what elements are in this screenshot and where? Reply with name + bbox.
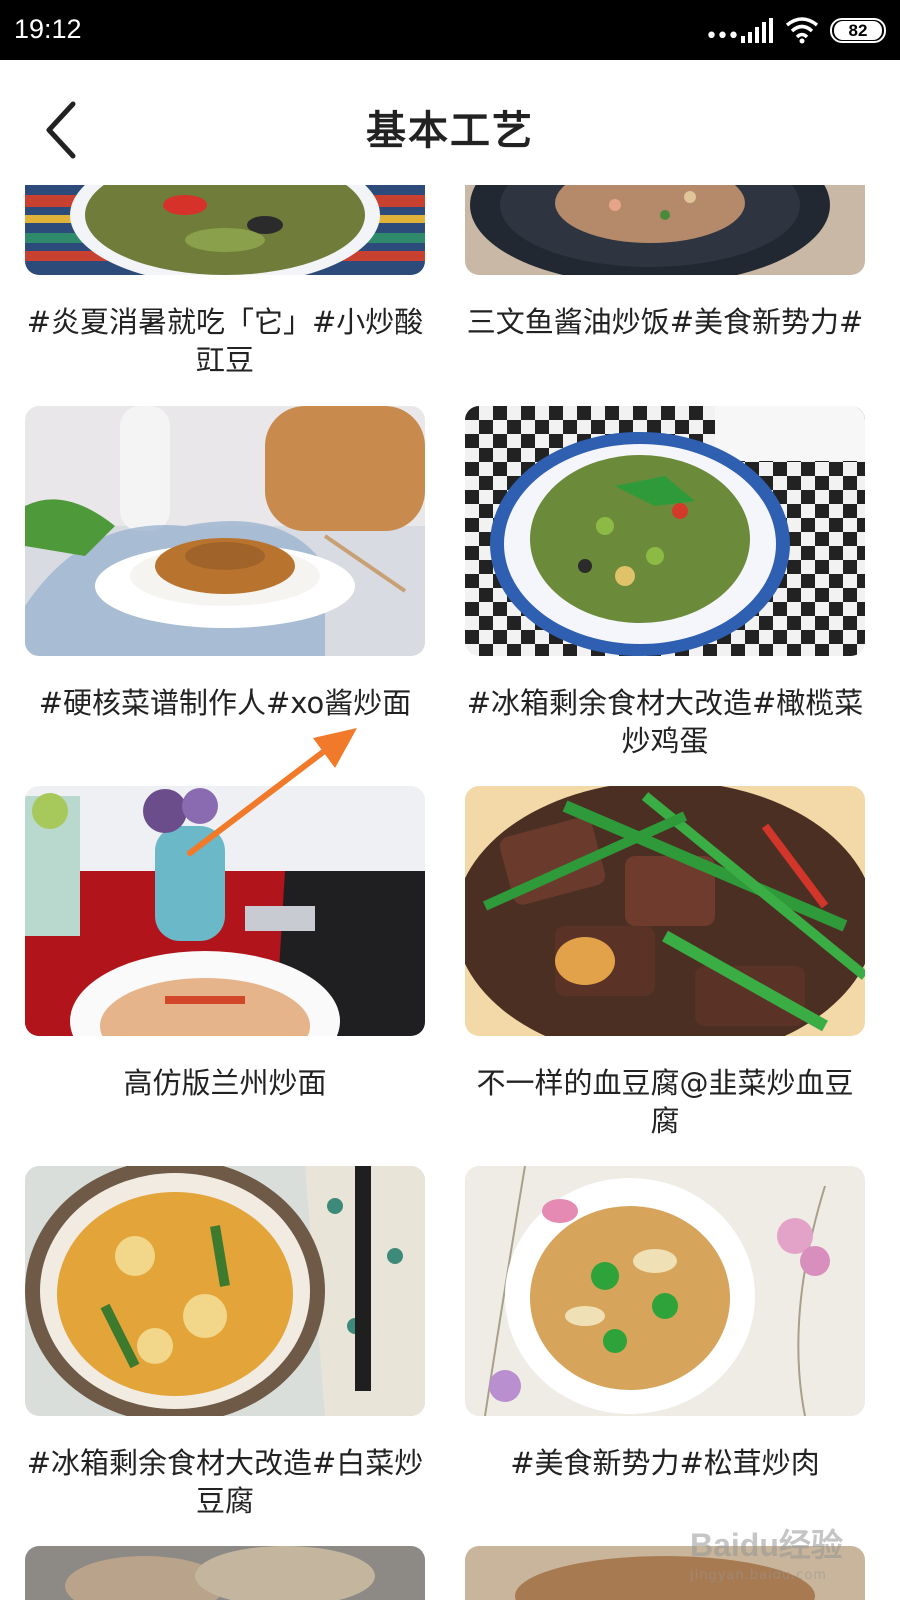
page-title: 基本工艺	[366, 108, 534, 154]
recipe-title[interactable]: #美食新势力#松茸炒肉	[465, 1444, 865, 1482]
recipe-card[interactable]	[25, 1546, 425, 1600]
notification-dots-icon: •••	[705, 24, 740, 49]
signal-icon	[741, 18, 773, 43]
recipe-title[interactable]: #冰箱剩余食材大改造#橄榄菜炒鸡蛋	[465, 684, 865, 760]
recipe-card[interactable]: #硬核菜谱制作人#xo酱炒面	[25, 406, 425, 766]
recipe-title[interactable]: #冰箱剩余食材大改造#白菜炒豆腐	[25, 1444, 425, 1520]
battery-level: 82	[834, 21, 882, 40]
recipe-image[interactable]	[25, 185, 425, 275]
battery-icon: 82	[830, 18, 886, 43]
recipe-image[interactable]	[25, 1166, 425, 1416]
recipe-title[interactable]: #炎夏消暑就吃「它」#小炒酸豇豆	[25, 303, 425, 379]
recipe-card[interactable]: #美食新势力#松茸炒肉	[465, 1166, 865, 1526]
recipe-image[interactable]	[465, 185, 865, 275]
recipe-image[interactable]	[465, 786, 865, 1036]
recipe-card[interactable]: #冰箱剩余食材大改造#橄榄菜炒鸡蛋	[465, 406, 865, 766]
recipe-image[interactable]	[465, 1166, 865, 1416]
watermark-main: Baidu经验	[690, 1527, 843, 1563]
recipe-title[interactable]: 三文鱼酱油炒饭#美食新势力#	[465, 303, 865, 341]
watermark-sub: jingyan.baidu.com	[690, 1568, 827, 1583]
annotation-arrow-icon	[187, 728, 357, 856]
status-bar: 19:12 ••• 82	[0, 0, 900, 60]
recipe-card[interactable]: #冰箱剩余食材大改造#白菜炒豆腐	[25, 1166, 425, 1526]
wifi-icon	[785, 17, 819, 44]
status-time: 19:12	[14, 14, 82, 44]
recipe-image[interactable]	[25, 406, 425, 656]
baidu-watermark: Baidu经验 jingyan.baidu.com	[690, 1520, 890, 1592]
recipe-grid: #炎夏消暑就吃「它」#小炒酸豇豆 三文鱼酱油炒饭#美食新势力# #硬核菜谱制作人…	[0, 185, 900, 1600]
recipe-image[interactable]	[25, 1546, 425, 1600]
recipe-card[interactable]: 不一样的血豆腐@韭菜炒血豆腐	[465, 786, 865, 1146]
recipe-title[interactable]: #硬核菜谱制作人#xo酱炒面	[25, 684, 425, 722]
recipe-title[interactable]: 高仿版兰州炒面	[25, 1064, 425, 1102]
recipe-image[interactable]	[465, 406, 865, 656]
app-header: 基本工艺	[0, 60, 900, 185]
recipe-title[interactable]: 不一样的血豆腐@韭菜炒血豆腐	[465, 1064, 865, 1140]
